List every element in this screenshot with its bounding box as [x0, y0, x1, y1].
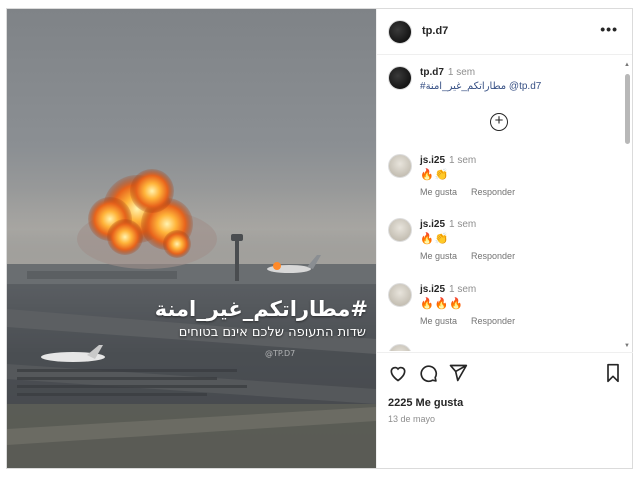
reply-button[interactable]: Responder: [471, 187, 515, 197]
reply-button[interactable]: Responder: [471, 316, 515, 326]
avatar[interactable]: [388, 154, 412, 178]
scroll-down-arrow-icon[interactable]: ▼: [624, 343, 630, 349]
comment-actions: Me gusta Responder: [420, 251, 529, 261]
avatar[interactable]: [388, 218, 412, 242]
comment-username[interactable]: js.i25: [420, 155, 445, 166]
comment-meta: js.i25 1 sem: [420, 284, 476, 295]
comments-list[interactable]: tp.d7 1 sem #مطاراتكم_غير_امنة @tp.d7 + j…: [377, 56, 633, 351]
post-dialog: #مطاراتكم_غير_امنة שדות התעופה שלכם אינם…: [6, 8, 633, 469]
caption-username[interactable]: tp.d7: [420, 67, 444, 78]
comment-icon[interactable]: [418, 363, 438, 388]
scroll-up-arrow-icon[interactable]: ▲: [624, 62, 630, 68]
comment-username[interactable]: js.i25: [420, 284, 445, 295]
comment-text: 🔥🔥🔥: [420, 298, 465, 310]
avatar[interactable]: [388, 20, 412, 44]
comment-text: 🔥👏: [420, 169, 450, 181]
reply-button[interactable]: Responder: [471, 251, 515, 261]
comment-username[interactable]: js.i25: [420, 219, 445, 230]
watermark: @TP.D7: [265, 349, 296, 358]
post-date: 13 de mayo: [388, 414, 436, 424]
scroll-thumb[interactable]: [625, 74, 630, 144]
explosion-photo: [7, 169, 376, 468]
comment-time: 1 sem: [449, 155, 477, 166]
heart-icon[interactable]: [388, 363, 408, 388]
comment-time: 1 sem: [449, 284, 477, 295]
like-count[interactable]: 2225 Me gusta: [388, 397, 463, 409]
comments-scrollbar[interactable]: ▲ ▼: [624, 60, 632, 349]
subtitle-overlay: שדות התעופה שלכם אינם בטוחים: [178, 325, 366, 340]
header-username[interactable]: tp.d7: [422, 25, 448, 37]
comment-meta: js.i25 1 sem: [420, 155, 476, 166]
more-horizontal-icon[interactable]: •••: [600, 21, 618, 37]
avatar[interactable]: [388, 66, 412, 90]
like-comment-button[interactable]: Me gusta: [420, 316, 457, 326]
comment-actions: Me gusta Responder: [420, 316, 529, 326]
avatar[interactable]: [388, 283, 412, 307]
comment-actions: Me gusta Responder: [420, 187, 529, 197]
action-bar: [388, 363, 622, 385]
avatar[interactable]: [388, 344, 412, 351]
like-comment-button[interactable]: Me gusta: [420, 187, 457, 197]
caption-meta: tp.d7 1 sem: [420, 67, 475, 78]
share-icon[interactable]: [448, 363, 468, 388]
bookmark-icon[interactable]: [604, 363, 622, 388]
caption-text[interactable]: #مطاراتكم_غير_امنة @tp.d7: [420, 81, 541, 92]
load-more-comments-button[interactable]: +: [490, 113, 508, 131]
like-comment-button[interactable]: Me gusta: [420, 251, 457, 261]
comment-text: 🔥👏: [420, 233, 450, 245]
hashtag-overlay: #مطاراتكم_غير_امنة: [154, 297, 368, 321]
caption-time: 1 sem: [447, 67, 476, 78]
post-sidebar: tp.d7 ••• tp.d7 1 sem #مطاراتكم_غير_امنة …: [376, 9, 633, 468]
comment-meta: js.i25 1 sem: [420, 219, 476, 230]
post-header: tp.d7 •••: [377, 9, 632, 55]
post-media[interactable]: #مطاراتكم_غير_امنة שדות התעופה שלכם אינם…: [7, 9, 376, 468]
post-footer: 2225 Me gusta 13 de mayo: [377, 352, 633, 468]
comment-time: 1 sem: [449, 219, 477, 230]
